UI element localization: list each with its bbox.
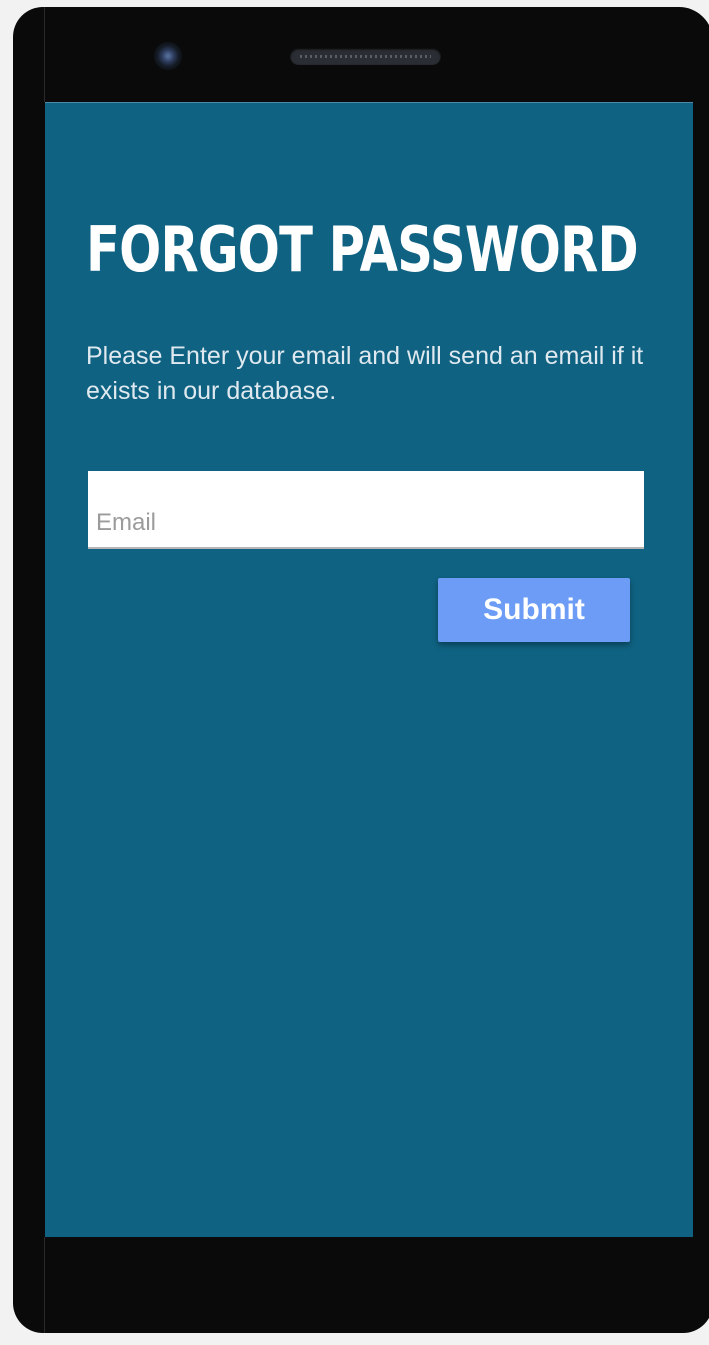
forgot-password-screen: FORGOT PASSWORD Please Enter your email … [45,102,693,1237]
submit-button[interactable]: Submit [438,578,630,642]
frame-edge-left-top [44,7,45,102]
email-field[interactable] [88,471,644,549]
page-title: FORGOT PASSWORD [86,213,639,286]
camera-icon [154,42,182,70]
frame-edge-left-bottom [44,1237,45,1333]
instructions-text: Please Enter your email and will send an… [86,342,644,405]
speaker-grille [290,48,441,65]
